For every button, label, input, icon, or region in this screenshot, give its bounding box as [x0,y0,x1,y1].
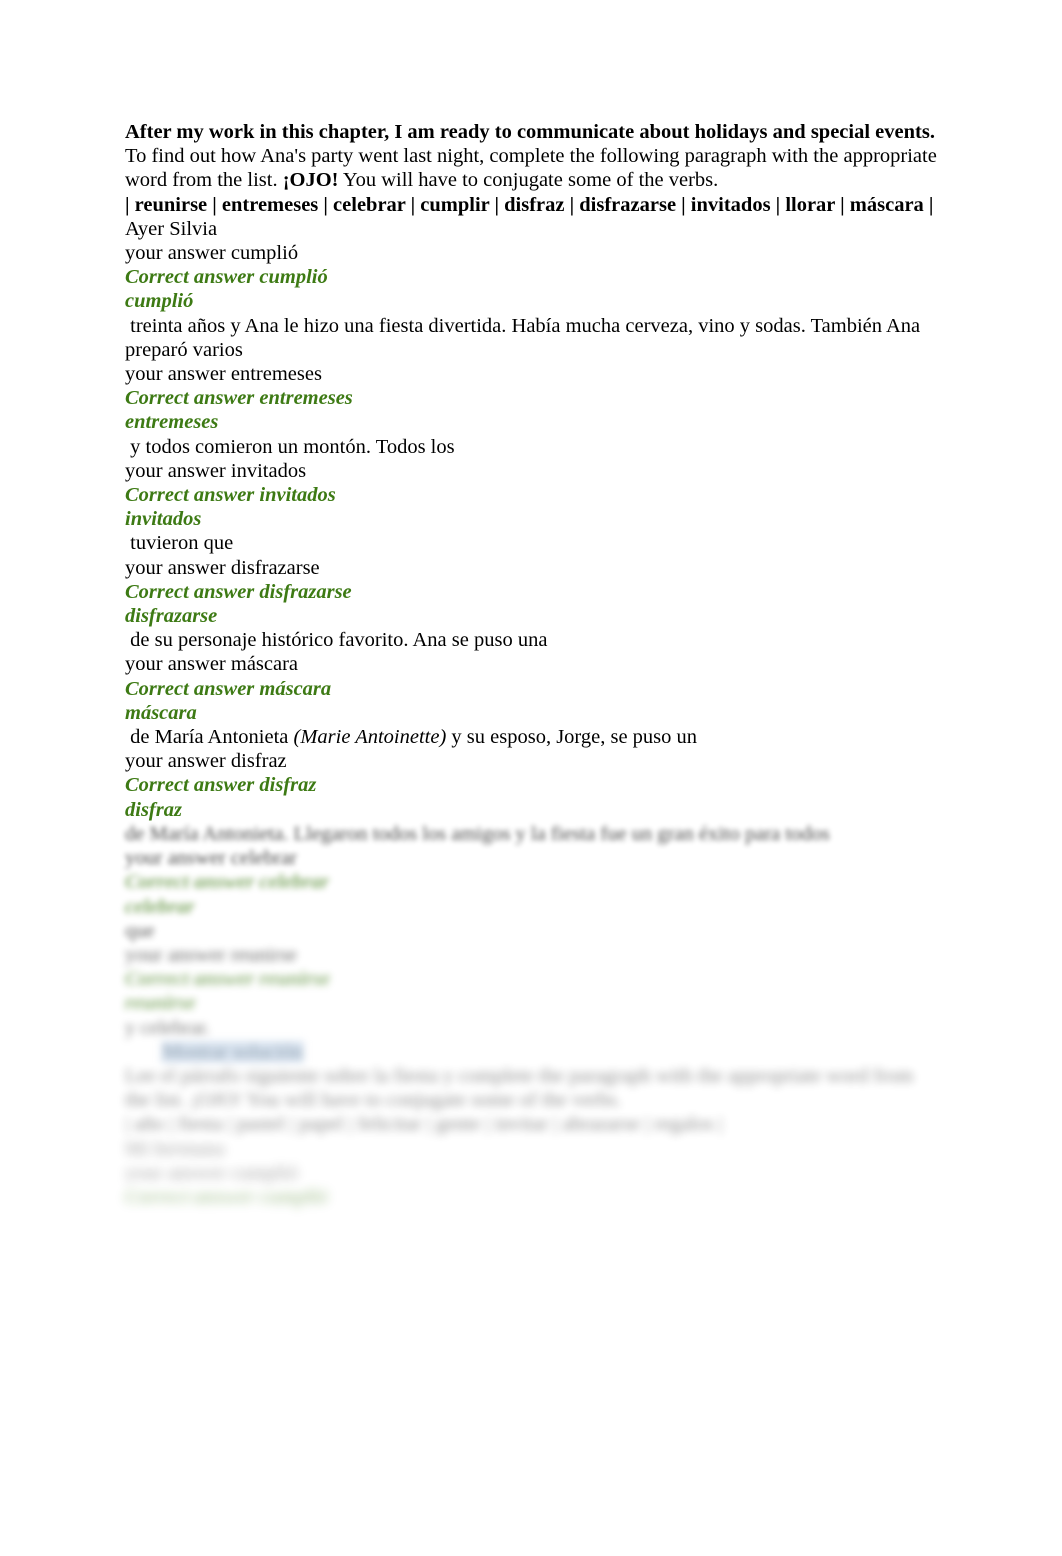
word-bank: | año | fiesta | pastel | papel | felici… [125,1113,723,1136]
page-title: After my work in this chapter, I am read… [125,121,935,143]
correct-answer-line: Correct answer cumplió [125,266,328,289]
your-answer-line: your answer reunirse [125,943,297,966]
correct-answer-line: Correct answer cumplió [125,1185,328,1208]
answer-word: disfrazarse [125,605,218,628]
narrative-post: y su esposo, Jorge, se puso un [446,726,698,749]
narrative-line: y celebrar. [125,1016,211,1039]
correct-answer-line: Correct answer máscara [125,677,332,700]
correct-answer-line: Correct answer invitados [125,484,336,507]
your-answer-line: your answer cumplió [125,242,299,265]
answer-word: entremeses [125,411,219,434]
your-answer-line: your answer invitados [125,459,307,482]
narrative-line: treinta años y Ana le hizo una fiesta di… [125,314,926,361]
narrative-line: de María Antonieta (Marie Antoinette) y … [125,725,940,749]
your-answer-line: your answer disfraz [125,750,287,773]
instructions-text-2: You will have to conjugate some of the v… [338,169,719,192]
document-body: After my work in this chapter, I am read… [125,120,940,1209]
your-answer-line: your answer disfrazarse [125,556,320,579]
your-answer-line: your answer máscara [125,653,299,676]
your-answer-line: your answer entremeses [125,363,322,386]
correct-answer-line: Correct answer disfrazarse [125,580,352,603]
answer-word: celebrar [125,895,195,918]
narrative-line: que [125,919,155,942]
narrative-line: y todos comieron un montón. Todos los [125,435,455,458]
word-bank: | reunirse | entremeses | celebrar | cum… [125,193,934,216]
your-answer-line: your answer celebrar [125,847,297,870]
text-selection-highlight[interactable]: Mostrar solución [160,1040,305,1063]
translation-italic: (Marie Antoinette) [293,726,447,749]
answer-word: reunirse [125,992,196,1015]
answer-word: máscara [125,701,197,724]
instructions: To find out how Ana's party went last ni… [125,144,940,192]
ojo-emphasis: ¡OJO! [282,169,339,192]
your-answer-line: your answer cumplió [125,1161,299,1184]
correct-answer-line: Correct answer celebrar [125,871,329,894]
narrative-line: Mi hermana [125,1137,225,1160]
narrative-line: de María Antonieta. Llegaron todos los a… [125,822,830,845]
answer-word: invitados [125,508,202,531]
correct-answer-line: Correct answer disfraz [125,774,317,797]
narrative-line: tuvieron que [125,532,234,555]
narrative-line: Lee el párrafo siguiente sobre la fiesta… [125,1064,919,1112]
correct-answer-line: Correct answer entremeses [125,387,353,410]
answer-word: disfraz [125,798,182,821]
blurred-tail-region: de María Antonieta. Llegaron todos los a… [125,822,940,1209]
narrative-line: de su personaje histórico favorito. Ana … [125,629,548,652]
answer-word: cumplió [125,290,194,313]
narrative-line: Ayer Silvia [125,217,218,240]
correct-answer-line: Correct answer reunirse [125,968,331,991]
selected-text-line: Mostrar solución [125,1040,940,1064]
narrative-pre: de María Antonieta [125,726,294,749]
